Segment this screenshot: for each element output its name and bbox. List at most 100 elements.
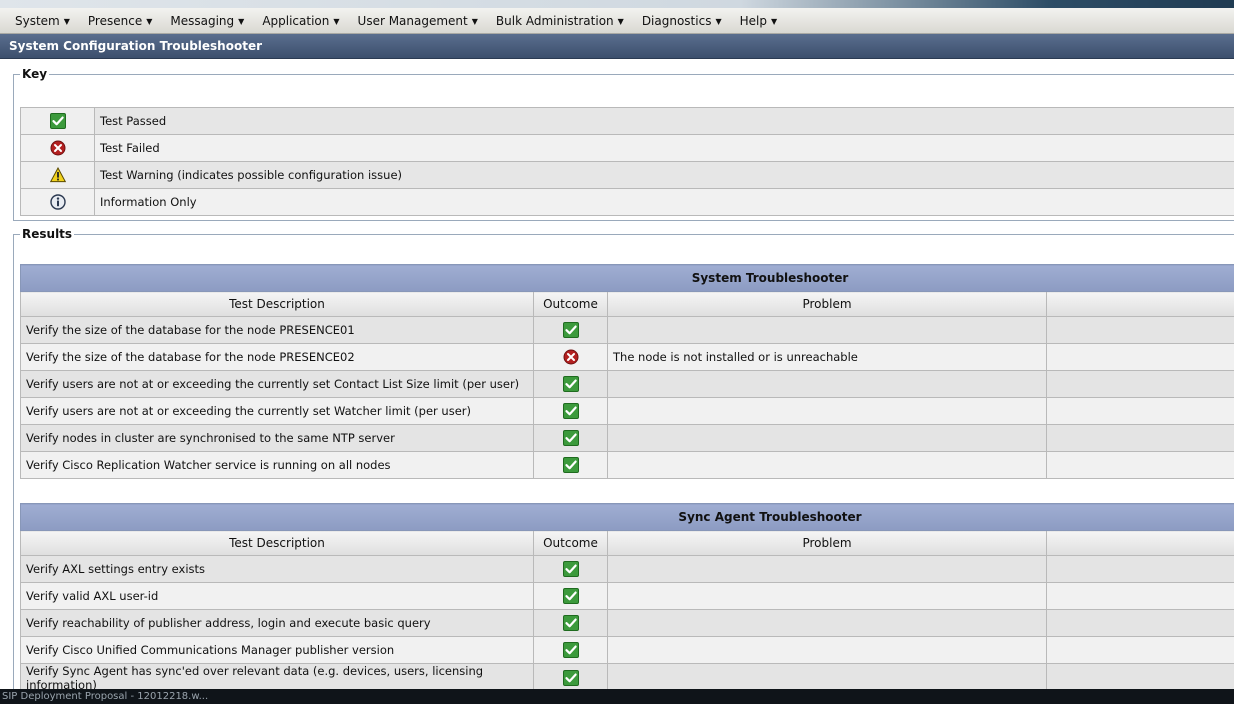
chevron-down-icon: ▼ [238,16,245,26]
table-row: Verify users are not at or exceeding the… [20,370,1234,398]
error-icon [20,134,95,162]
extra-cell [1046,582,1234,610]
window-top-strip [0,0,1234,8]
taskbar: SIP Deployment Proposal - 12012218.w... [0,689,1234,704]
table-row: Verify AXL settings entry exists [20,555,1234,583]
col-header-description: Test Description [20,530,534,556]
col-header-extra [1046,291,1234,317]
key-table: Test Passed Test Failed Test Warning (indi… [20,107,1234,216]
test-description: Verify Sync Agent has sync'ed over relev… [20,663,534,689]
check-icon [533,397,608,425]
test-description: Verify valid AXL user-id [20,582,534,610]
check-icon [533,316,608,344]
table-row: Verify Cisco Replication Watcher service… [20,451,1234,479]
check-icon [533,636,608,664]
col-header-outcome: Outcome [533,291,608,317]
menu-label: Application [262,13,330,28]
chevron-down-icon: ▼ [715,16,722,26]
col-header-problem: Problem [607,291,1047,317]
table-row: Verify Sync Agent has sync'ed over relev… [20,663,1234,689]
extra-cell [1046,424,1234,452]
extra-cell [1046,397,1234,425]
test-description: Verify Cisco Unified Communications Mana… [20,636,534,664]
check-icon [533,582,608,610]
col-header-description: Test Description [20,291,534,317]
key-label: Test Warning (indicates possible configu… [94,161,1234,189]
menu-user-management[interactable]: User Management ▼ [349,14,487,28]
test-problem [607,636,1047,664]
chevron-down-icon: ▼ [146,16,153,26]
menu-messaging[interactable]: Messaging ▼ [161,14,253,28]
table-row: Verify nodes in cluster are synchronised… [20,424,1234,452]
check-icon [20,107,95,135]
table-row: Verify the size of the database for the … [20,316,1234,344]
page-title: System Configuration Troubleshooter [0,34,1234,59]
warning-icon [20,161,95,189]
table-row: Verify Cisco Unified Communications Mana… [20,636,1234,664]
check-icon [533,424,608,452]
key-row: Test Passed [20,107,1234,135]
key-row: Information Only [20,188,1234,216]
test-problem [607,582,1047,610]
chevron-down-icon: ▼ [333,16,340,26]
menu-presence[interactable]: Presence ▼ [79,14,161,28]
key-label: Test Passed [94,107,1234,135]
key-legend: Key [22,67,48,81]
test-description: Verify users are not at or exceeding the… [20,370,534,398]
chevron-down-icon: ▼ [617,16,624,26]
menu-diagnostics[interactable]: Diagnostics ▼ [633,14,731,28]
test-description: Verify nodes in cluster are synchronised… [20,424,534,452]
table-row: Verify users are not at or exceeding the… [20,397,1234,425]
section-header-row: System Troubleshooter [20,264,1234,292]
extra-cell [1046,663,1234,689]
test-description: Verify the size of the database for the … [20,316,534,344]
results-table-sync-agent: Sync Agent Troubleshooter Test Descriptio… [20,503,1234,689]
test-problem: The node is not installed or is unreacha… [607,343,1047,371]
error-icon [533,343,608,371]
check-icon [533,451,608,479]
menu-label: Diagnostics [641,13,712,28]
test-problem [607,451,1047,479]
column-header-row: Test Description Outcome Problem [20,530,1234,556]
extra-cell [1046,609,1234,637]
test-description: Verify users are not at or exceeding the… [20,397,534,425]
key-label: Information Only [94,188,1234,216]
check-icon [533,555,608,583]
extra-cell [1046,555,1234,583]
table-row: Verify reachability of publisher address… [20,609,1234,637]
key-fieldset: Key Test Passed Test Failed Test Warning (… [13,67,1234,221]
menu-label: User Management [357,13,468,28]
table-row: Verify valid AXL user-id [20,582,1234,610]
results-table-system: System Troubleshooter Test Description Out… [20,264,1234,479]
test-description: Verify the size of the database for the … [20,343,534,371]
test-problem [607,424,1047,452]
section-header-row: Sync Agent Troubleshooter [20,503,1234,531]
menu-bar: System ▼ Presence ▼ Messaging ▼ Application ▼ Us… [0,8,1234,34]
menu-help[interactable]: Help ▼ [731,14,787,28]
menu-bulk-administration[interactable]: Bulk Administration ▼ [487,14,633,28]
results-legend: Results [22,227,73,241]
extra-cell [1046,451,1234,479]
key-label: Test Failed [94,134,1234,162]
menu-label: Presence [87,13,143,28]
col-header-outcome: Outcome [533,530,608,556]
menu-label: Help [739,13,767,28]
main-content: Key Test Passed Test Failed Test Warning (… [0,59,1234,689]
check-icon [533,370,608,398]
column-header-row: Test Description Outcome Problem [20,291,1234,317]
test-description: Verify reachability of publisher address… [20,609,534,637]
table-row: Verify the size of the database for the … [20,343,1234,371]
section-title: System Troubleshooter [20,264,1234,292]
key-row: Test Warning (indicates possible configu… [20,161,1234,189]
menu-application[interactable]: Application ▼ [253,14,348,28]
key-row: Test Failed [20,134,1234,162]
menu-system[interactable]: System ▼ [6,14,79,28]
section-title: Sync Agent Troubleshooter [20,503,1234,531]
info-icon [20,188,95,216]
menu-label: System [15,13,60,28]
check-icon [533,609,608,637]
test-description: Verify AXL settings entry exists [20,555,534,583]
chevron-down-icon: ▼ [63,16,70,26]
menu-label: Bulk Administration [495,13,614,28]
extra-cell [1046,370,1234,398]
